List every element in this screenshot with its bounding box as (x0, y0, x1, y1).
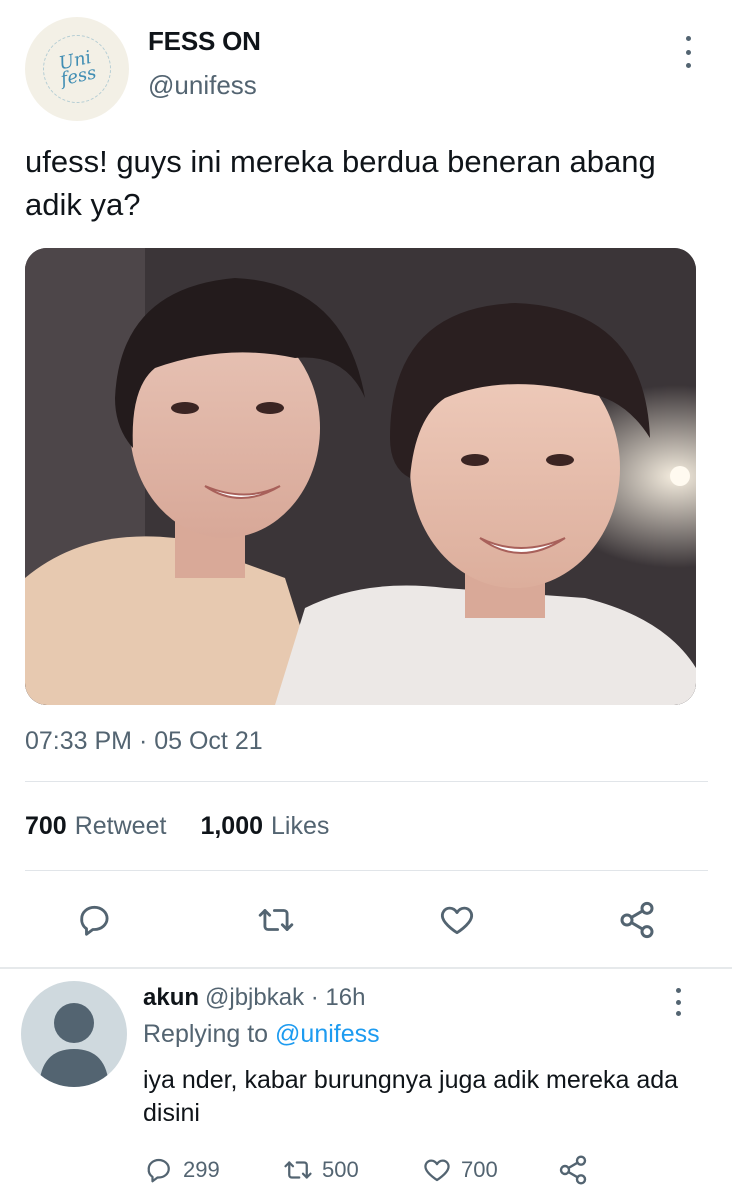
reply-reply-button[interactable]: 299 (145, 1152, 220, 1188)
more-options-icon[interactable] (676, 36, 700, 68)
reply-like-button[interactable]: 700 (421, 1152, 498, 1188)
tweet-stats: 700 Retweet 1,000 Likes (25, 812, 329, 841)
reply-header: akun @jbjbkak · 16h (143, 984, 365, 1012)
reply-more-options-icon[interactable] (668, 988, 688, 1016)
divider (25, 781, 708, 782)
retweet-label[interactable]: Retweet (75, 812, 167, 841)
tweet-timestamp[interactable]: 07:33 PM · 05 Oct 21 (25, 727, 263, 756)
divider (25, 870, 708, 871)
tweet-detail-page: Uni fess FESS ON @unifess ufess! guys in… (0, 0, 732, 1200)
reply-avatar[interactable] (21, 981, 127, 1087)
author-avatar[interactable]: Uni fess (25, 17, 129, 121)
reply-text: iya nder, kabar burungnya juga adik mere… (143, 1066, 679, 1127)
section-divider (0, 967, 732, 969)
author-handle[interactable]: @unifess (148, 70, 257, 101)
author-display-name[interactable]: FESS ON (148, 26, 261, 57)
avatar-logo: Uni fess (57, 47, 99, 91)
reply-action-bar: 299 500 700 (0, 1152, 732, 1188)
reply-handle-time[interactable]: @jbjbkak · 16h (205, 984, 365, 1012)
tweet-action-bar (0, 897, 732, 943)
retweet-count[interactable]: 700 (25, 812, 67, 841)
share-icon (559, 1155, 587, 1185)
replying-mention[interactable]: @unifess (275, 1020, 380, 1048)
tweet-text: ufess! guys ini mereka berdua beneran ab… (25, 144, 656, 222)
reply-author-name[interactable]: akun (143, 984, 199, 1012)
replying-prefix: Replying to (143, 1020, 269, 1048)
reply-like-count: 700 (461, 1157, 498, 1182)
photo-illustration (25, 248, 696, 705)
reply-retweet-button[interactable]: 500 (282, 1152, 359, 1188)
reply-count: 299 (183, 1157, 220, 1182)
reply-icon[interactable] (73, 897, 119, 943)
replying-to: Replying to @unifess (143, 1020, 380, 1049)
default-avatar-icon (39, 1003, 109, 1087)
likes-label[interactable]: Likes (271, 812, 329, 841)
reply-share-button[interactable] (557, 1152, 589, 1188)
likes-count[interactable]: 1,000 (200, 812, 263, 841)
retweet-icon[interactable] (253, 897, 299, 943)
tweet-photo[interactable] (25, 248, 696, 705)
reply-icon (147, 1158, 170, 1183)
like-icon[interactable] (434, 897, 480, 943)
retweet-icon (284, 1161, 312, 1179)
like-icon (424, 1159, 450, 1182)
reply-retweet-count: 500 (322, 1157, 359, 1182)
share-icon[interactable] (614, 897, 660, 943)
